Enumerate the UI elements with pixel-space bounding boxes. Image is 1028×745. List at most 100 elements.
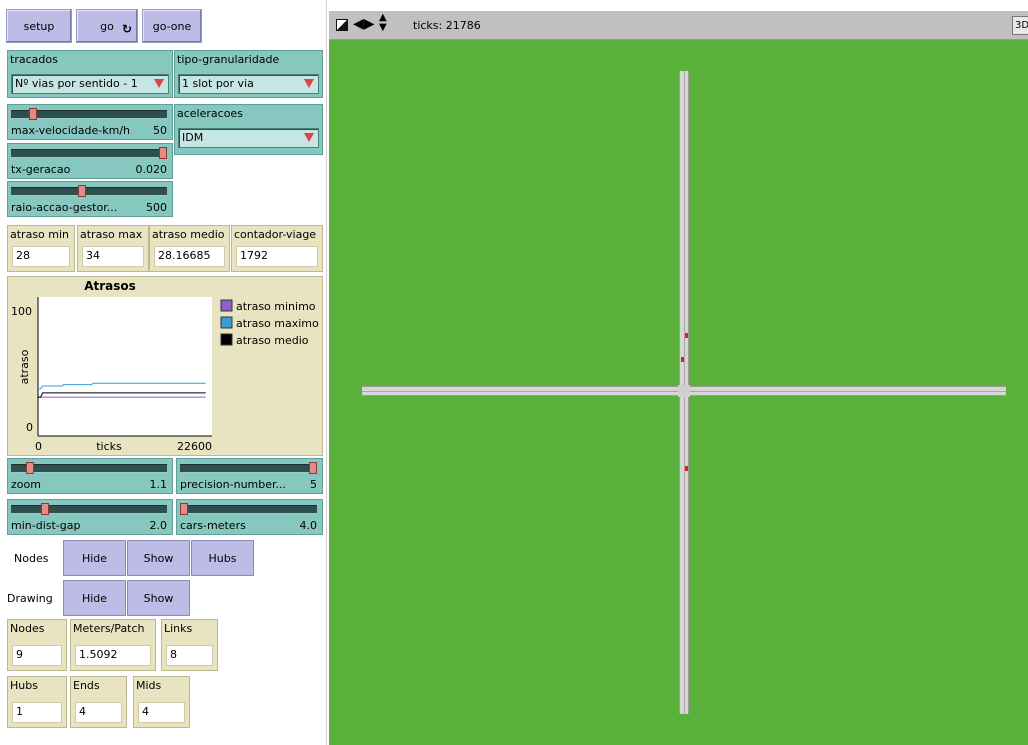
- slider-label: cars-meters: [180, 519, 246, 532]
- monitor-value: 28.16685: [154, 246, 225, 267]
- zoom-icon[interactable]: [336, 19, 348, 31]
- horizontal-arrows-icon[interactable]: ◀▶: [353, 16, 375, 32]
- slider-value: 0.020: [135, 163, 168, 176]
- go-one-label: go-one: [152, 19, 192, 33]
- slider-thumb[interactable]: [180, 503, 188, 515]
- tx-geracao-slider[interactable]: tx-geracao 0.020: [7, 143, 173, 179]
- slider-label: zoom: [11, 478, 41, 491]
- legend-label: atraso medio: [236, 334, 309, 347]
- cars-meters-slider[interactable]: cars-meters 4.0: [176, 499, 323, 535]
- monitor-value: 1792: [236, 246, 318, 267]
- slider-track[interactable]: [180, 464, 317, 473]
- y-min-tick-label: 0: [26, 421, 33, 434]
- monitor-label: atraso max: [80, 228, 143, 241]
- atrasos-plot[interactable]: Atrasos 100 0 0 ticks 22600 atraso atras…: [7, 276, 323, 456]
- monitor-value: 8: [166, 645, 213, 666]
- setup-button[interactable]: setup: [6, 9, 72, 43]
- drawing-show-button[interactable]: Show: [127, 580, 190, 616]
- monitor-label: Meters/Patch: [73, 622, 145, 635]
- drawing-hide-button[interactable]: Hide: [63, 580, 126, 616]
- button-label: Show: [143, 551, 174, 565]
- drawing-row-label: Drawing: [7, 592, 53, 605]
- slider-value: 2.0: [149, 519, 168, 532]
- hubs-button[interactable]: Hubs: [191, 540, 254, 576]
- slider-thumb[interactable]: [40, 503, 49, 515]
- world-view[interactable]: [329, 40, 1028, 745]
- car: [685, 466, 688, 471]
- nodes-row-label: Nodes: [14, 552, 49, 565]
- go-one-button[interactable]: go-one: [142, 9, 202, 43]
- tracados-value-text: Nº vias por sentido - 1: [15, 77, 138, 90]
- monitor-value: 1.5092: [75, 645, 151, 666]
- slider-value: 5: [310, 478, 317, 491]
- nodes-monitor: Nodes 9: [7, 619, 67, 671]
- vertical-arrows-icon[interactable]: ▲ ▼: [379, 13, 387, 33]
- atraso-max-monitor: atraso max 34: [77, 225, 149, 272]
- slider-value: 500: [146, 201, 167, 214]
- slider-value: 50: [153, 124, 167, 137]
- slider-label: precision-number...: [180, 478, 287, 491]
- slider-value: 1.1: [149, 478, 168, 491]
- max-velocidade-slider[interactable]: max-velocidade-km/h 50: [7, 104, 173, 140]
- slider-thumb[interactable]: [159, 147, 167, 159]
- monitor-value: 4: [75, 702, 122, 723]
- granularidade-value[interactable]: 1 slot por via: [178, 74, 319, 94]
- x-min-tick-label: 0: [35, 440, 42, 453]
- slider-label: max-velocidade-km/h: [11, 124, 131, 137]
- granularidade-chooser[interactable]: tipo-granularidade 1 slot por via: [174, 50, 323, 98]
- monitor-label: Mids: [136, 679, 162, 692]
- precision-number-slider[interactable]: precision-number... 5: [176, 458, 323, 494]
- slider-thumb[interactable]: [28, 108, 37, 120]
- tracados-value[interactable]: Nº vias por sentido - 1: [11, 74, 169, 94]
- granularidade-value-text: 1 slot por via: [182, 77, 254, 90]
- aceleracoes-value-text: IDM: [182, 131, 204, 144]
- tracados-chooser[interactable]: tracados Nº vias por sentido - 1: [7, 50, 173, 98]
- x-max-tick-label: 22600: [177, 440, 212, 453]
- legend-swatch: [220, 299, 233, 312]
- slider-thumb[interactable]: [77, 185, 86, 197]
- slider-thumb[interactable]: [25, 462, 34, 474]
- meters-patch-monitor: Meters/Patch 1.5092: [70, 619, 156, 671]
- nodes-show-button[interactable]: Show: [127, 540, 190, 576]
- nodes-hide-button[interactable]: Hide: [63, 540, 126, 576]
- slider-track[interactable]: [11, 464, 167, 473]
- dropdown-arrow-icon: [304, 79, 314, 88]
- monitor-label: Links: [164, 622, 193, 635]
- slider-track[interactable]: [11, 505, 167, 514]
- slider-label: min-dist-gap: [11, 519, 81, 532]
- y-axis-label: atraso: [18, 349, 31, 384]
- ends-monitor: Ends 4: [70, 676, 127, 728]
- button-label: Hide: [81, 591, 108, 605]
- raio-accao-slider[interactable]: raio-accao-gestor... 500: [7, 181, 173, 217]
- go-button[interactable]: go ↻: [76, 9, 138, 43]
- monitor-value: 4: [138, 702, 185, 723]
- forever-icon: ↻: [121, 22, 132, 36]
- slider-value: 4.0: [299, 519, 318, 532]
- atraso-min-monitor: atraso min 28: [7, 225, 75, 272]
- legend-label: atraso minimo: [236, 300, 316, 313]
- monitor-value: 9: [12, 645, 62, 666]
- 3d-button[interactable]: 3D: [1012, 16, 1028, 35]
- monitor-value: 28: [12, 246, 70, 267]
- mids-monitor: Mids 4: [133, 676, 190, 728]
- granularidade-label: tipo-granularidade: [177, 53, 280, 66]
- monitor-label: contador-viage: [234, 228, 317, 241]
- aceleracoes-label: aceleracoes: [177, 107, 243, 120]
- aceleracoes-chooser[interactable]: aceleracoes IDM: [174, 104, 323, 155]
- slider-track[interactable]: [180, 505, 317, 514]
- y-max-tick-label: 100: [11, 305, 32, 318]
- legend-swatch: [220, 316, 233, 329]
- atraso-medio-monitor: atraso medio 28.16685: [149, 225, 230, 272]
- min-dist-gap-slider[interactable]: min-dist-gap 2.0: [7, 499, 173, 535]
- monitor-label: atraso medio: [152, 228, 225, 241]
- slider-track[interactable]: [11, 149, 167, 158]
- zoom-slider[interactable]: zoom 1.1: [7, 458, 173, 494]
- slider-thumb[interactable]: [309, 462, 317, 474]
- button-label: Hubs: [208, 551, 237, 565]
- car: [685, 333, 688, 338]
- button-label: Show: [143, 591, 174, 605]
- aceleracoes-value[interactable]: IDM: [178, 128, 319, 148]
- monitor-label: atraso min: [10, 228, 70, 241]
- 3d-label: 3D: [1015, 20, 1028, 31]
- slider-track[interactable]: [11, 187, 167, 196]
